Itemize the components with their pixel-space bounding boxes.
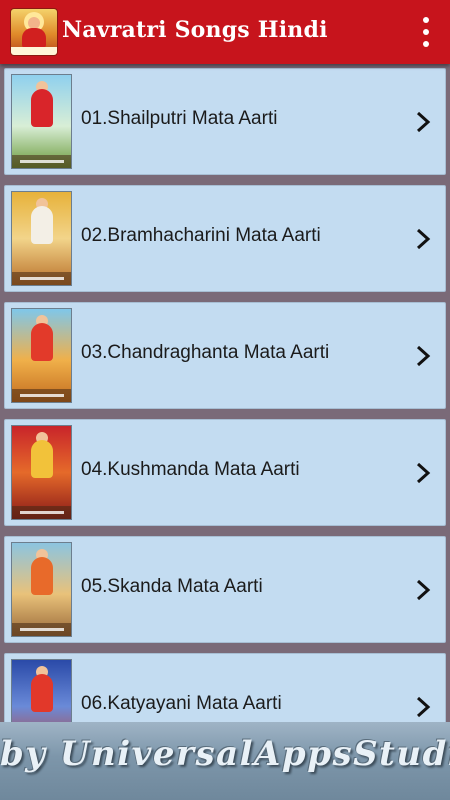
list-item-label: 04.Kushmanda Mata Aarti	[81, 459, 300, 480]
chevron-right-icon	[416, 228, 431, 250]
bramhacharini-thumbnail	[11, 191, 72, 286]
developer-banner[interactable]: by UniversalAppsStudio	[0, 722, 450, 800]
banner-text: by UniversalAppsStudio	[0, 734, 450, 774]
more-vertical-icon[interactable]	[420, 16, 432, 48]
list-item[interactable]: 03.Chandraghanta Mata Aarti	[4, 302, 446, 409]
list-item[interactable]: 04.Kushmanda Mata Aarti	[4, 419, 446, 526]
list-item[interactable]: 01.Shailputri Mata Aarti	[4, 68, 446, 175]
chandraghanta-thumbnail	[11, 308, 72, 403]
list-item-label: 03.Chandraghanta Mata Aarti	[81, 342, 330, 363]
list-item-label: 06.Katyayani Mata Aarti	[81, 693, 282, 714]
chevron-right-icon	[416, 345, 431, 367]
list-item-label: 01.Shailputri Mata Aarti	[81, 108, 278, 129]
list-item[interactable]: 05.Skanda Mata Aarti	[4, 536, 446, 643]
goddess-logo-icon	[10, 8, 58, 56]
chevron-right-icon	[416, 696, 431, 718]
list-item-label: 05.Skanda Mata Aarti	[81, 576, 263, 597]
shailputri-thumbnail	[11, 74, 72, 169]
chevron-right-icon	[416, 111, 431, 133]
app-bar: Navratri Songs Hindi	[0, 0, 450, 64]
list-item[interactable]: 02.Bramhacharini Mata Aarti	[4, 185, 446, 292]
kushmanda-thumbnail	[11, 425, 72, 520]
app-title: Navratri Songs Hindi	[62, 17, 328, 43]
skanda-thumbnail	[11, 542, 72, 637]
list-item-label: 02.Bramhacharini Mata Aarti	[81, 225, 321, 246]
song-list: 01.Shailputri Mata Aarti 02.Bramhacharin…	[0, 64, 450, 800]
chevron-right-icon	[416, 579, 431, 601]
chevron-right-icon	[416, 462, 431, 484]
